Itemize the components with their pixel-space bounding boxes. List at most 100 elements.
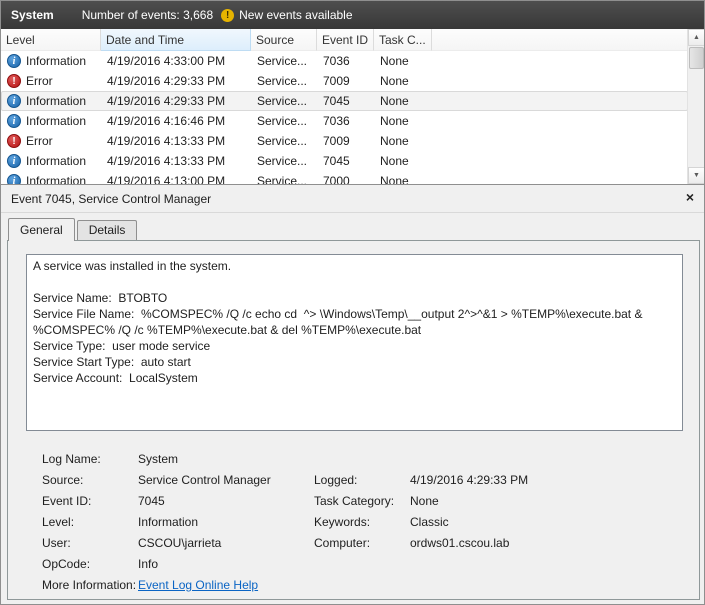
detail-tabs: General Details [8,218,138,241]
level-text: Error [26,74,53,88]
level-text: Error [26,134,53,148]
date-cell: 4/19/2016 4:13:00 PM [107,174,226,184]
detail-separator [1,212,704,213]
task-category-label: Task Category: [314,494,395,508]
tab-general[interactable]: General [8,218,75,241]
keywords-value: Classic [410,515,449,529]
scroll-down-icon[interactable] [688,167,704,184]
column-header-date[interactable]: Date and Time [101,29,251,51]
detail-pane-title: Event 7045, Service Control Manager [11,192,212,206]
source-cell: Service... [257,94,308,108]
event-viewer-window: System Number of events: 3,668 New event… [0,0,705,605]
close-icon[interactable] [681,188,699,206]
table-row[interactable]: Information 4/19/2016 4:33:00 PM Service… [1,51,688,71]
new-events-alert-icon [221,8,235,22]
column-header-task-category[interactable]: Task C... [374,29,432,51]
log-name-value: System [138,452,179,466]
vertical-scrollbar[interactable] [687,29,704,184]
keywords-label: Keywords: [314,515,371,529]
task-cell: None [380,74,409,88]
log-name-title: System [11,8,54,22]
event-log-online-help-link[interactable]: Event Log Online Help [138,578,258,592]
level-icon [7,154,21,168]
more-information-label: More Information: [42,578,137,592]
date-cell: 4/19/2016 4:33:00 PM [107,54,226,68]
level-label: Level: [42,515,75,529]
event-id-cell: 7009 [323,134,350,148]
tab-details[interactable]: Details [76,220,138,240]
task-cell: None [380,154,409,168]
level-icon [7,114,21,128]
event-id-cell: 7036 [323,114,350,128]
scrollbar-thumb[interactable] [689,47,704,69]
event-list: Level Date and Time Source Event ID Task… [1,29,688,184]
table-row[interactable]: Information 4/19/2016 4:16:46 PM Service… [1,111,688,131]
general-tab-panel: A service was installed in the system. S… [7,240,700,600]
scroll-up-icon[interactable] [688,29,704,46]
event-properties: Log Name: System Source: Service Control… [42,449,672,596]
level-text: Information [26,114,87,128]
source-label: Source: [42,473,84,487]
source-cell: Service... [257,134,308,148]
computer-value: ordws01.cscou.lab [410,536,510,550]
level-icon [7,74,21,88]
table-row[interactable]: Information 4/19/2016 4:13:00 PM Service… [1,171,688,184]
level-text: Information [26,94,87,108]
opcode-label: OpCode: [42,557,91,571]
logged-value: 4/19/2016 4:29:33 PM [410,473,529,487]
table-row[interactable]: Error 4/19/2016 4:13:33 PM Service... 70… [1,131,688,151]
source-cell: Service... [257,74,308,88]
source-value: Service Control Manager [138,473,271,487]
column-header-level[interactable]: Level [1,29,101,51]
level-icon [7,174,21,184]
task-cell: None [380,114,409,128]
event-count-label: Number of events: 3,668 [81,8,214,22]
event-id-label: Event ID: [42,494,92,508]
date-cell: 4/19/2016 4:29:33 PM [107,74,226,88]
column-header-event-id[interactable]: Event ID [317,29,374,51]
event-id-cell: 7036 [323,54,350,68]
column-header-filler [432,29,688,51]
level-text: Information [26,154,87,168]
date-cell: 4/19/2016 4:16:46 PM [107,114,226,128]
table-row[interactable]: Error 4/19/2016 4:29:33 PM Service... 70… [1,71,688,91]
task-cell: None [380,54,409,68]
level-text: Information [26,174,87,184]
table-row[interactable]: Information 4/19/2016 4:13:33 PM Service… [1,151,688,171]
column-header-row: Level Date and Time Source Event ID Task… [1,29,688,51]
column-header-source[interactable]: Source [251,29,317,51]
level-icon [7,54,21,68]
event-id-cell: 7045 [323,94,350,108]
event-description-box: A service was installed in the system. S… [26,254,683,431]
level-value: Information [138,515,199,529]
computer-label: Computer: [314,536,371,550]
source-cell: Service... [257,114,308,128]
event-detail-pane: Event 7045, Service Control Manager Gene… [1,184,704,604]
opcode-value: Info [138,557,159,571]
event-id-cell: 7045 [323,154,350,168]
source-cell: Service... [257,54,308,68]
task-cell: None [380,134,409,148]
event-id-value: 7045 [138,494,165,508]
new-events-label: New events available [239,8,353,22]
date-cell: 4/19/2016 4:13:33 PM [107,154,226,168]
logged-label: Logged: [314,473,358,487]
log-name-label: Log Name: [42,452,101,466]
level-icon [7,134,21,148]
level-icon [7,94,21,108]
user-label: User: [42,536,71,550]
date-cell: 4/19/2016 4:29:33 PM [107,94,226,108]
task-cell: None [380,174,409,184]
user-value: CSCOU\jarrieta [138,536,222,550]
event-id-cell: 7000 [323,174,350,184]
table-row-selected[interactable]: Information 4/19/2016 4:29:33 PM Service… [1,91,688,111]
source-cell: Service... [257,174,308,184]
level-text: Information [26,54,87,68]
event-id-cell: 7009 [323,74,350,88]
date-cell: 4/19/2016 4:13:33 PM [107,134,226,148]
source-cell: Service... [257,154,308,168]
